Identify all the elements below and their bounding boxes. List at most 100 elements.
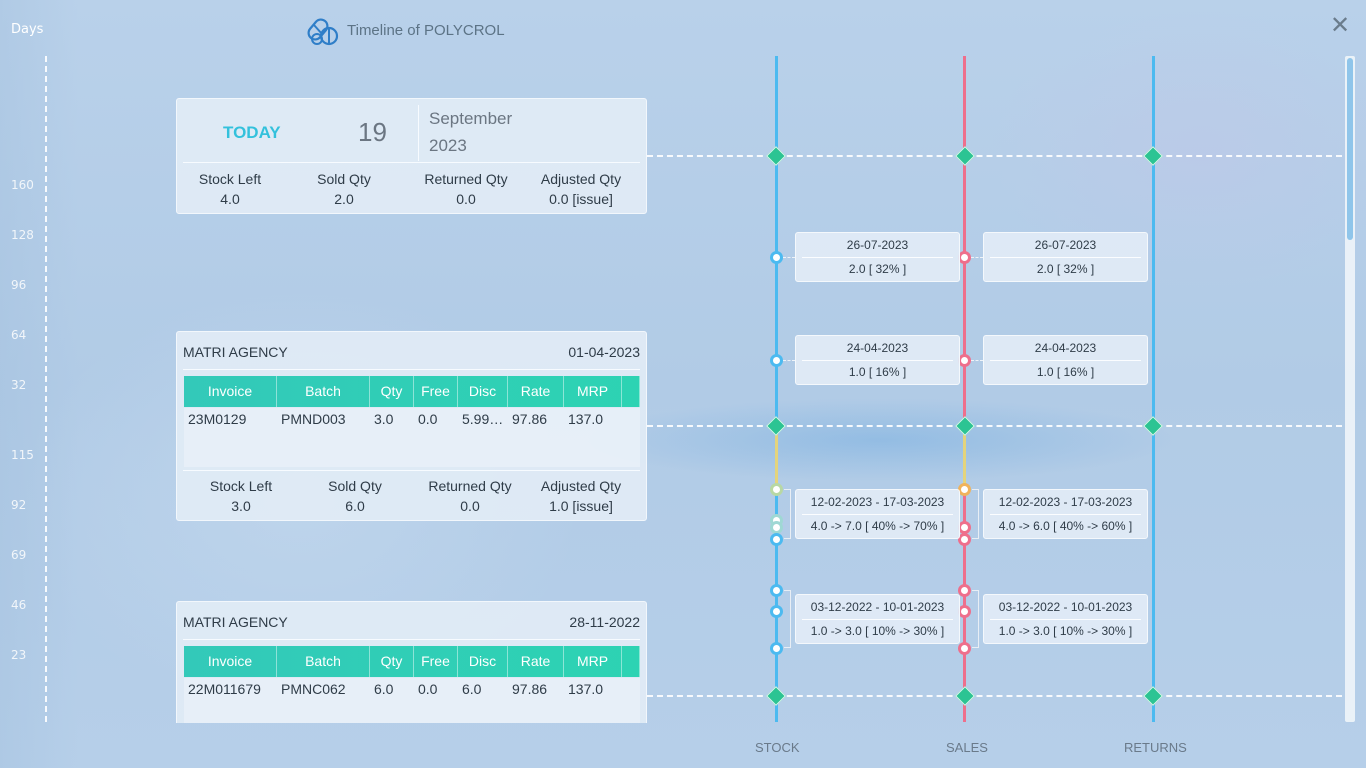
- column-header: Batch: [277, 376, 370, 407]
- divider: [990, 619, 1141, 620]
- days-tick: 32: [11, 378, 27, 392]
- returned-qty-stat: Returned Qty 0.0: [415, 476, 525, 516]
- range-bracket: [784, 489, 791, 539]
- event-connector: [971, 257, 983, 258]
- column-header: Rate: [508, 376, 564, 407]
- qty-cell: 3.0: [374, 411, 394, 427]
- sales-event-card[interactable]: 12-02-2023 - 17-03-2023 4.0 -> 6.0 [ 40%…: [983, 489, 1148, 539]
- today-day: 19: [358, 117, 387, 147]
- stat-label: Sold Qty: [317, 171, 371, 187]
- stat-value: 0.0 [issue]: [549, 191, 613, 207]
- divider: [802, 257, 953, 258]
- table-header: Invoice Batch Qty Free Disc Rate MRP: [184, 376, 640, 407]
- scrollbar-thumb[interactable]: [1347, 58, 1353, 240]
- pill-logo-icon: [307, 18, 339, 46]
- divider: [990, 514, 1141, 515]
- event-connector: [783, 257, 795, 258]
- stat-label: Stock Left: [198, 171, 262, 187]
- returned-qty-stat: Returned Qty 0.0: [411, 169, 521, 209]
- stat-label: Adjusted Qty: [540, 171, 622, 187]
- sales-event-card[interactable]: 03-12-2022 - 10-01-2023 1.0 -> 3.0 [ 10%…: [983, 594, 1148, 644]
- event-date: 03-12-2022 - 10-01-2023: [998, 600, 1133, 614]
- event-value: 2.0 [ 32% ]: [848, 262, 907, 276]
- today-year: 2023: [429, 136, 467, 155]
- adjusted-qty-stat: Adjusted Qty 1.0 [issue]: [526, 476, 636, 516]
- sales-event-dot[interactable]: [958, 584, 971, 597]
- days-axis-title: Days: [11, 22, 44, 37]
- today-month: September: [429, 109, 513, 128]
- divider: [183, 369, 640, 370]
- table-header: Invoice Batch Qty Free Disc Rate MRP: [184, 646, 640, 677]
- mrp-cell: 137.0: [568, 411, 604, 427]
- divider: [183, 639, 640, 640]
- event-value: 4.0 -> 7.0 [ 40% -> 70% ]: [810, 519, 945, 533]
- stat-value: 6.0: [345, 498, 365, 514]
- stock-event-card[interactable]: 03-12-2022 - 10-01-2023 1.0 -> 3.0 [ 10%…: [795, 594, 960, 644]
- sales-event-dot[interactable]: [958, 642, 971, 655]
- divider: [183, 162, 640, 163]
- stock-event-dot[interactable]: [770, 354, 783, 367]
- purchase-card[interactable]: MATRI AGENCY 28-11-2022 Invoice Batch Qt…: [176, 601, 647, 723]
- sales-axis-label: SALES: [946, 740, 988, 755]
- divider: [183, 470, 640, 471]
- stat-value: 3.0: [231, 498, 251, 514]
- purchase-date: 28-11-2022: [569, 614, 640, 630]
- sales-event-card[interactable]: 24-04-2023 1.0 [ 16% ]: [983, 335, 1148, 385]
- invoice-cell: 23M0129: [188, 411, 247, 427]
- days-tick: 92: [11, 498, 27, 512]
- divider: [802, 619, 953, 620]
- stat-label: Stock Left: [209, 478, 273, 494]
- adjusted-qty-stat: Adjusted Qty 0.0 [issue]: [526, 169, 636, 209]
- qty-cell: 6.0: [374, 681, 394, 697]
- column-header: MRP: [564, 376, 622, 407]
- window-title-text: Timeline of POLYCROL: [347, 21, 505, 39]
- column-header: Qty: [370, 646, 414, 677]
- stock-event-dot[interactable]: [770, 584, 783, 597]
- event-connector: [971, 360, 983, 361]
- stat-label: Adjusted Qty: [540, 478, 622, 494]
- days-axis-line: [45, 56, 47, 722]
- stock-event-dot[interactable]: [770, 483, 783, 496]
- range-bracket: [972, 489, 979, 539]
- stock-event-dot[interactable]: [770, 642, 783, 655]
- table-row[interactable]: 22M011679 PMNC062 6.0 0.0 6.0 97.86 137.…: [184, 678, 640, 723]
- free-cell: 0.0: [418, 681, 438, 697]
- stock-event-dot[interactable]: [770, 605, 783, 618]
- days-tick: 96: [11, 278, 27, 292]
- stock-event-dot[interactable]: [770, 533, 783, 546]
- invoice-cell: 22M011679: [188, 681, 261, 697]
- column-header: Rate: [508, 646, 564, 677]
- stock-event-card[interactable]: 24-04-2023 1.0 [ 16% ]: [795, 335, 960, 385]
- sales-event-card[interactable]: 26-07-2023 2.0 [ 32% ]: [983, 232, 1148, 282]
- table-row[interactable]: 23M0129 PMND003 3.0 0.0 5.998... 97.86 1…: [184, 408, 640, 467]
- days-tick: 160: [11, 178, 34, 192]
- timeline-divider: [647, 695, 1342, 697]
- returns-axis-label: RETURNS: [1124, 740, 1187, 755]
- event-date: 03-12-2022 - 10-01-2023: [810, 600, 945, 614]
- column-header: Disc: [458, 376, 508, 407]
- stock-event-card[interactable]: 12-02-2023 - 17-03-2023 4.0 -> 7.0 [ 40%…: [795, 489, 960, 539]
- window-title: Timeline of POLYCROL: [305, 14, 505, 46]
- stock-event-card[interactable]: 26-07-2023 2.0 [ 32% ]: [795, 232, 960, 282]
- timeline-divider: [647, 425, 1342, 427]
- days-tick: 46: [11, 598, 27, 612]
- batch-cell: PMNC062: [281, 681, 346, 697]
- stock-axis-label: STOCK: [755, 740, 800, 755]
- sold-qty-stat: Sold Qty 2.0: [289, 169, 399, 209]
- days-tick: 64: [11, 328, 27, 342]
- today-card: TODAY 19 September 2023 Stock Left 4.0 S…: [176, 98, 647, 214]
- purchase-card[interactable]: MATRI AGENCY 01-04-2023 Invoice Batch Qt…: [176, 331, 647, 521]
- event-date: 24-04-2023: [846, 341, 909, 355]
- timeline-divider: [647, 155, 1342, 157]
- days-tick: 69: [11, 548, 27, 562]
- column-header: Qty: [370, 376, 414, 407]
- stock-event-dot[interactable]: [770, 251, 783, 264]
- event-date: 26-07-2023: [846, 238, 909, 252]
- rate-cell: 97.86: [512, 681, 548, 697]
- event-value: 1.0 -> 3.0 [ 10% -> 30% ]: [810, 624, 945, 638]
- stat-value: 0.0: [460, 498, 480, 514]
- close-icon[interactable]: ✕: [1328, 13, 1352, 38]
- stock-left-stat: Stock Left 4.0: [175, 169, 285, 209]
- mrp-cell: 137.0: [568, 681, 604, 697]
- stat-label: Sold Qty: [328, 478, 382, 494]
